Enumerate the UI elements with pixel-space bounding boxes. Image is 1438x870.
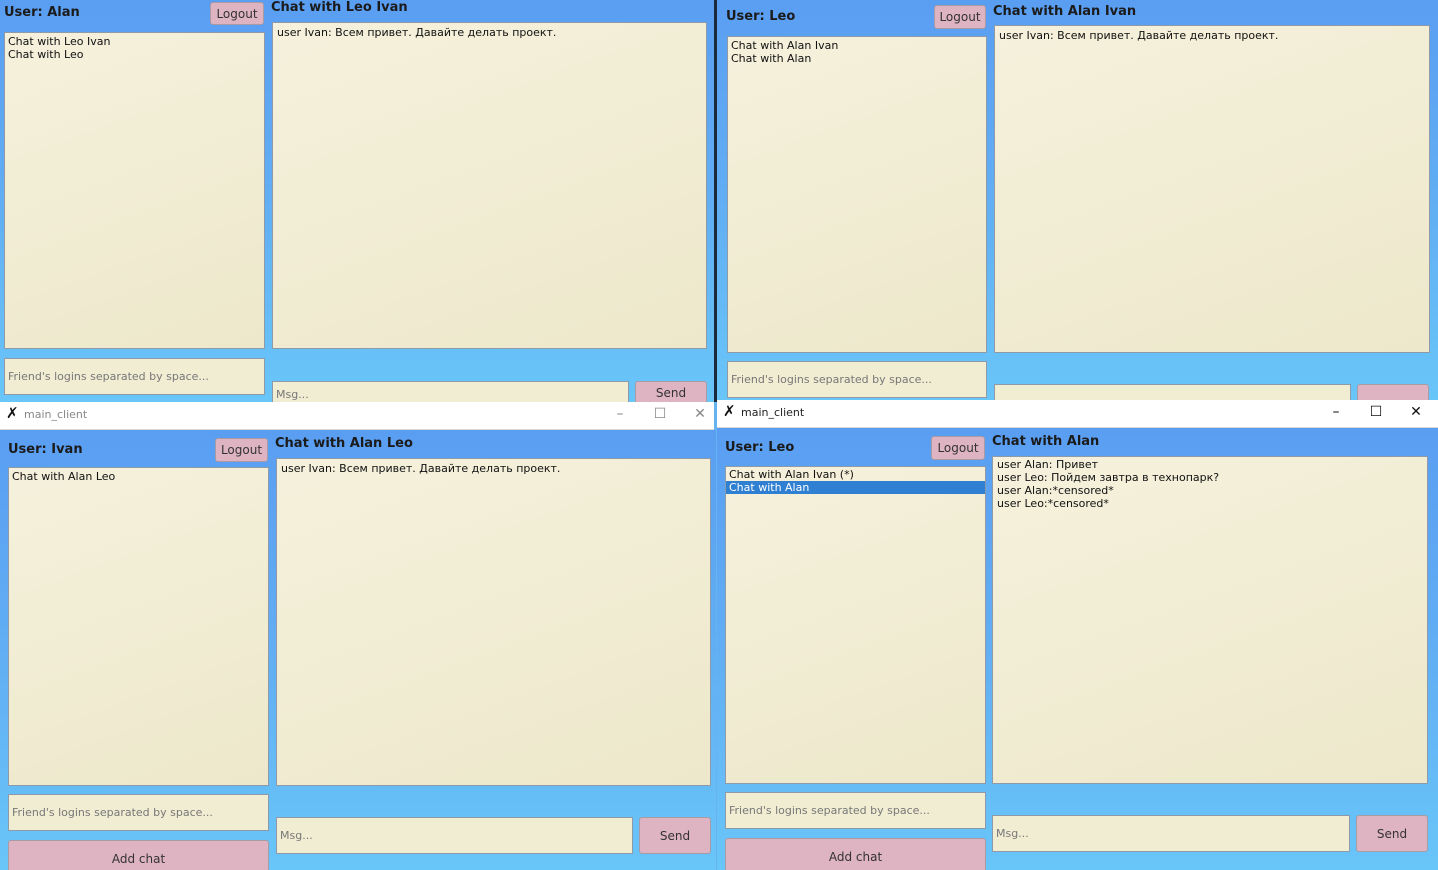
chat-list-item[interactable]: Chat with Alan Ivan bbox=[728, 39, 986, 52]
message-area: user Ivan: Всем привет. Давайте делать п… bbox=[994, 25, 1430, 353]
send-button[interactable]: Send bbox=[1356, 815, 1428, 852]
chat-title: Chat with Alan bbox=[992, 434, 1100, 449]
chat-list-item[interactable]: Chat with Leo bbox=[5, 48, 264, 61]
close-icon[interactable]: ✕ bbox=[685, 403, 715, 425]
message-area: user Ivan: Всем привет. Давайте делать п… bbox=[276, 458, 711, 786]
friends-input[interactable]: Friend's logins separated by space... bbox=[725, 792, 986, 829]
message-input[interactable]: Msg... bbox=[276, 817, 633, 854]
chat-title: Chat with Alan Ivan bbox=[993, 4, 1137, 19]
chat-list[interactable]: Chat with Alan Ivan Chat with Alan bbox=[727, 36, 987, 353]
chat-list-item[interactable]: Chat with Alan bbox=[728, 52, 986, 65]
window-leo-top: User: Leo Logout Chat with Alan Ivan Cha… bbox=[717, 0, 1438, 402]
send-button[interactable]: Send bbox=[639, 817, 711, 854]
message-area: user Alan: Привет user Leo: Пойдем завтр… bbox=[992, 456, 1428, 784]
message-line: user Leo: Пойдем завтра в технопарк? bbox=[997, 471, 1220, 484]
close-icon[interactable]: ✕ bbox=[1401, 401, 1431, 423]
window-alan: User: Alan Logout Chat with Leo Ivan Cha… bbox=[0, 0, 714, 402]
message-line: user Alan:*censored* bbox=[997, 484, 1114, 497]
logout-button[interactable]: Logout bbox=[210, 2, 264, 25]
message-line: user Ivan: Всем привет. Давайте делать п… bbox=[281, 462, 561, 475]
friends-input[interactable]: Friend's logins separated by space... bbox=[727, 361, 987, 398]
logout-button[interactable]: Logout bbox=[215, 438, 268, 462]
chat-list[interactable]: Chat with Alan Leo bbox=[8, 467, 269, 786]
message-input[interactable]: Msg... bbox=[992, 815, 1350, 852]
minimize-icon[interactable]: – bbox=[605, 403, 635, 425]
add-chat-button[interactable]: Add chat bbox=[8, 840, 269, 870]
message-line: user Alan: Привет bbox=[997, 458, 1099, 471]
friends-input[interactable]: Friend's logins separated by space... bbox=[8, 794, 269, 831]
send-button[interactable]: Send bbox=[635, 381, 707, 402]
chat-title: Chat with Alan Leo bbox=[275, 436, 413, 451]
message-input[interactable]: Msg... bbox=[272, 381, 629, 402]
minimize-icon[interactable]: – bbox=[1321, 401, 1351, 423]
logout-button[interactable]: Logout bbox=[934, 5, 986, 29]
add-chat-button[interactable]: Add chat bbox=[725, 838, 986, 870]
chat-list-item-selected[interactable]: Chat with Alan bbox=[726, 481, 985, 494]
user-label: User: Leo bbox=[725, 440, 795, 455]
message-line: user Ivan: Всем привет. Давайте делать п… bbox=[277, 26, 557, 39]
chat-list[interactable]: Chat with Leo Ivan Chat with Leo bbox=[4, 32, 265, 349]
message-area: user Ivan: Всем привет. Давайте делать п… bbox=[272, 22, 707, 349]
titlebar-ivan[interactable]: ✗ main_client – ☐ ✕ bbox=[0, 402, 714, 430]
chat-list-item[interactable]: Chat with Alan Leo bbox=[9, 470, 268, 483]
maximize-icon[interactable]: ☐ bbox=[645, 403, 675, 425]
message-line: user Ivan: Всем привет. Давайте делать п… bbox=[999, 29, 1279, 42]
chat-title: Chat with Leo Ivan bbox=[271, 0, 408, 15]
chat-list[interactable]: Chat with Alan Ivan (*) Chat with Alan bbox=[725, 466, 986, 784]
chat-list-item[interactable]: Chat with Alan Ivan (*) bbox=[726, 468, 985, 481]
x-logo-icon: ✗ bbox=[6, 404, 19, 422]
maximize-icon[interactable]: ☐ bbox=[1361, 401, 1391, 423]
titlebar-leo[interactable]: ✗ main_client – ☐ ✕ bbox=[717, 400, 1438, 428]
friends-input[interactable]: Friend's logins separated by space... bbox=[4, 358, 265, 395]
window-title: main_client bbox=[741, 406, 805, 419]
user-label: User: Alan bbox=[4, 5, 80, 20]
window-ivan: User: Ivan Logout Chat with Alan Leo Cha… bbox=[0, 430, 716, 870]
chat-list-item[interactable]: Chat with Leo Ivan bbox=[5, 35, 264, 48]
window-title: main_client bbox=[24, 408, 88, 421]
user-label: User: Ivan bbox=[8, 442, 83, 457]
logout-button[interactable]: Logout bbox=[931, 436, 985, 460]
x-logo-icon: ✗ bbox=[723, 402, 736, 420]
message-line: user Leo:*censored* bbox=[997, 497, 1109, 510]
window-leo-bottom: User: Leo Logout Chat with Alan Chat wit… bbox=[717, 428, 1438, 870]
user-label: User: Leo bbox=[726, 9, 796, 24]
